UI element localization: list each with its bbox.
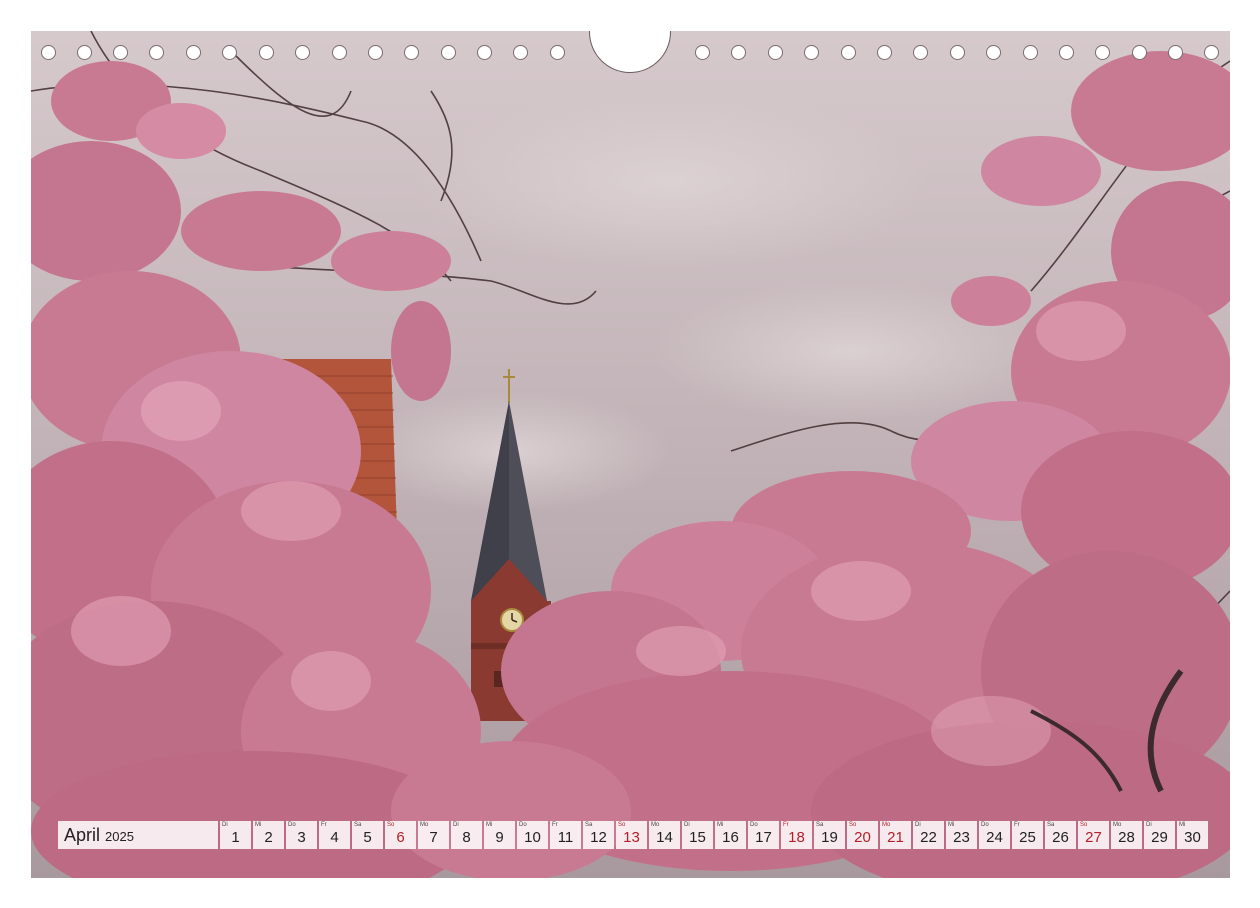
day-cell: So 20 [847,821,878,849]
weekday-label: Di [222,822,228,828]
date-strip: April 2025 Di 1 Mi 2 Do 3 Fr 4 Sa 5 So 6 Mo 7 Di 8 Mi 9 Do… [58,821,1210,849]
day-number: 29 [1151,829,1168,846]
weekday-label: Di [453,822,459,828]
day-cell: Di 15 [682,821,713,849]
weekday-label: Mi [1179,822,1186,828]
day-cell: Mo 14 [649,821,680,849]
day-number: 26 [1052,829,1069,846]
day-cell: Mi 2 [253,821,284,849]
day-cell: Di 1 [220,821,251,849]
day-cell: So 27 [1078,821,1109,849]
weekday-label: Mo [651,822,660,828]
day-number: 23 [953,829,970,846]
weekday-label: Fr [1014,822,1020,828]
day-number: 4 [330,829,339,846]
day-number: 13 [623,829,640,846]
day-cell: Di 8 [451,821,482,849]
weekday-label: Sa [1047,822,1055,828]
day-number: 15 [689,829,706,846]
calendar-page: April 2025 Di 1 Mi 2 Do 3 Fr 4 Sa 5 So 6 Mo 7 Di 8 Mi 9 Do… [31,31,1230,878]
day-cell: Do 10 [517,821,548,849]
day-cell: So 13 [616,821,647,849]
month-label: April 2025 [58,821,218,849]
month-year: 2025 [105,829,134,844]
day-number: 12 [590,829,607,846]
day-cell: Sa 19 [814,821,845,849]
day-cell: Fr 25 [1012,821,1043,849]
weekday-label: Fr [783,822,789,828]
day-cell: Do 17 [748,821,779,849]
weekday-label: Mi [948,822,955,828]
day-number: 3 [297,829,306,846]
day-number: 7 [429,829,438,846]
day-cell: So 6 [385,821,416,849]
day-cell: Fr 4 [319,821,350,849]
weekday-label: So [1080,822,1088,828]
weekday-label: So [849,822,857,828]
day-cell: Mo 21 [880,821,911,849]
day-number: 5 [363,829,372,846]
weekday-label: Sa [585,822,593,828]
day-cell: Do 24 [979,821,1010,849]
weekday-label: So [618,822,626,828]
day-number: 28 [1118,829,1135,846]
weekday-label: Mo [1113,822,1122,828]
day-cell: Di 22 [913,821,944,849]
cherry-blossom-photo [31,31,1230,878]
day-number: 2 [264,829,273,846]
day-number: 18 [788,829,805,846]
weekday-label: Do [750,822,758,828]
day-cell: Mi 9 [484,821,515,849]
day-number: 17 [755,829,772,846]
day-number: 25 [1019,829,1036,846]
day-cell: Mo 28 [1111,821,1142,849]
day-cell: Sa 12 [583,821,614,849]
day-cell: Fr 18 [781,821,812,849]
day-cell: Mi 23 [946,821,977,849]
weekday-label: Di [1146,822,1152,828]
day-cell: Sa 26 [1045,821,1076,849]
day-number: 16 [722,829,739,846]
day-number: 14 [656,829,673,846]
day-number: 21 [887,829,904,846]
day-number: 1 [231,829,240,846]
weekday-label: Mi [717,822,724,828]
day-number: 20 [854,829,871,846]
day-cell: Sa 5 [352,821,383,849]
weekday-label: So [387,822,395,828]
day-cell: Di 29 [1144,821,1175,849]
weekday-label: Do [519,822,527,828]
day-number: 30 [1184,829,1201,846]
weekday-label: Fr [321,822,327,828]
day-cell: Mi 30 [1177,821,1208,849]
day-number: 6 [396,829,405,846]
weekday-label: Sa [816,822,824,828]
month-name: April [64,824,101,845]
weekday-label: Mi [486,822,493,828]
day-number: 19 [821,829,838,846]
day-cell: Mo 7 [418,821,449,849]
weekday-label: Mo [882,822,891,828]
weekday-label: Fr [552,822,558,828]
weekday-label: Sa [354,822,362,828]
weekday-label: Di [684,822,690,828]
day-cell: Fr 11 [550,821,581,849]
day-number: 24 [986,829,1003,846]
day-number: 10 [524,829,541,846]
day-cell: Mi 16 [715,821,746,849]
day-number: 11 [557,829,574,846]
day-number: 8 [462,829,471,846]
weekday-label: Mo [420,822,429,828]
day-number: 9 [495,829,504,846]
weekday-label: Do [981,822,989,828]
weekday-label: Do [288,822,296,828]
weekday-label: Di [915,822,921,828]
day-number: 22 [920,829,937,846]
day-cell: Do 3 [286,821,317,849]
day-number: 27 [1085,829,1102,846]
weekday-label: Mi [255,822,262,828]
